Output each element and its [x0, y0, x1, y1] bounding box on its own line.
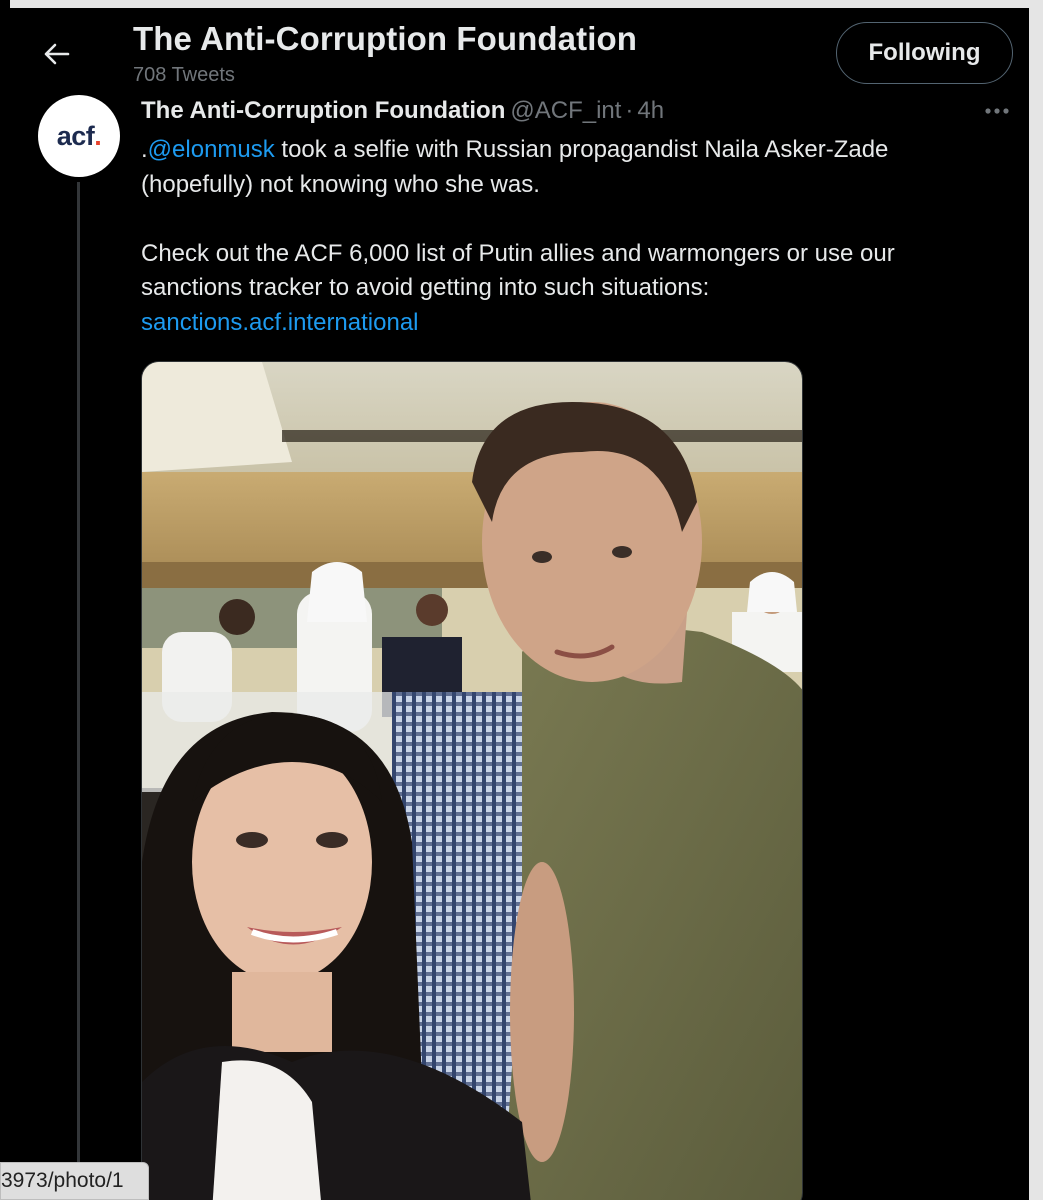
window-frame-left — [0, 0, 10, 1200]
window-frame-right — [1029, 0, 1043, 1200]
avatar[interactable]: acf. — [38, 95, 120, 177]
tweet-line-1: .@elonmusk took a selfie with Russian pr… — [141, 133, 1001, 168]
text-segment: took a selfie with Russian propagandist … — [274, 136, 889, 163]
tweet-photo[interactable] — [141, 361, 803, 1200]
mention-link[interactable]: @elonmusk — [148, 136, 275, 163]
more-dots-icon — [985, 108, 1009, 114]
selfie-photo-image — [142, 362, 802, 1200]
back-button[interactable] — [32, 30, 80, 78]
status-bar-url: 3973/photo/1 — [0, 1162, 149, 1200]
separator-dot: · — [625, 97, 634, 124]
sanctions-link[interactable]: sanctions.acf.international — [141, 309, 419, 336]
tweet-line-4: sanctions tracker to avoid getting into … — [141, 274, 710, 301]
thread-line — [77, 182, 80, 1182]
profile-header: The Anti-Corruption Foundation 708 Tweet… — [10, 8, 1029, 92]
more-button[interactable] — [980, 98, 1014, 124]
tweet-count: 708 Tweets — [133, 64, 235, 86]
avatar-logo: acf. — [56, 120, 102, 151]
following-button[interactable]: Following — [836, 22, 1013, 84]
window-frame-top — [0, 0, 1043, 8]
tweet-timestamp[interactable]: 4h — [637, 97, 664, 124]
tweet-line-3: Check out the ACF 6,000 list of Putin al… — [141, 239, 895, 267]
profile-title: The Anti-Corruption Foundation — [133, 20, 637, 57]
text-prefix: . — [141, 136, 148, 163]
author-handle[interactable]: @ACF_int — [510, 97, 621, 124]
tweet-line-2: (hopefully) not knowing who she was. — [141, 170, 540, 198]
tweet-header: The Anti-Corruption Foundation @ACF_int · 4… — [141, 97, 664, 125]
arrow-left-icon — [44, 43, 70, 65]
author-name[interactable]: The Anti-Corruption Foundation — [141, 97, 505, 124]
tweet-text: .@elonmusk took a selfie with Russian pr… — [141, 133, 1001, 340]
